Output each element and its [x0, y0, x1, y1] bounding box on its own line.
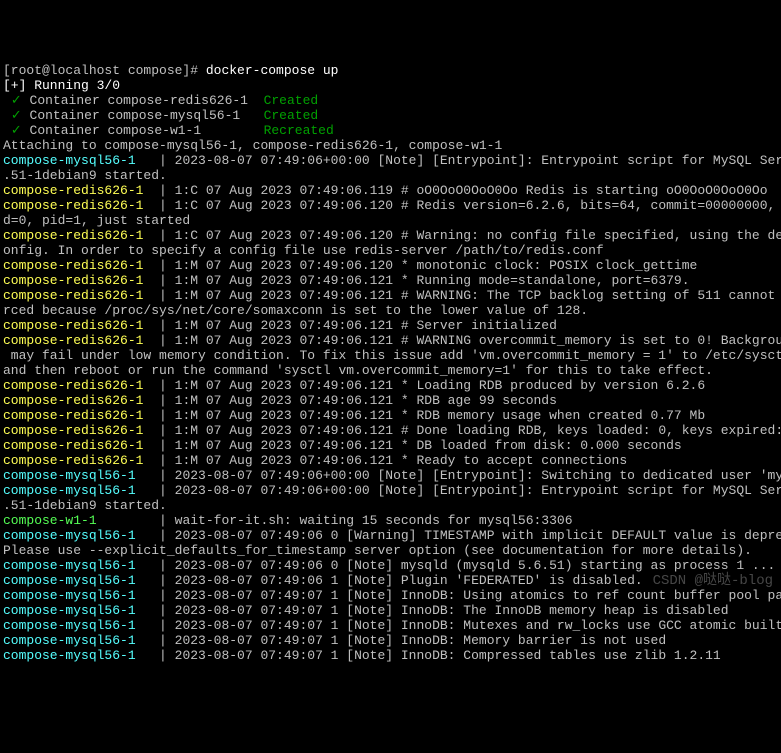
csdn-watermark: CSDN @哒哒-blog — [653, 574, 773, 589]
